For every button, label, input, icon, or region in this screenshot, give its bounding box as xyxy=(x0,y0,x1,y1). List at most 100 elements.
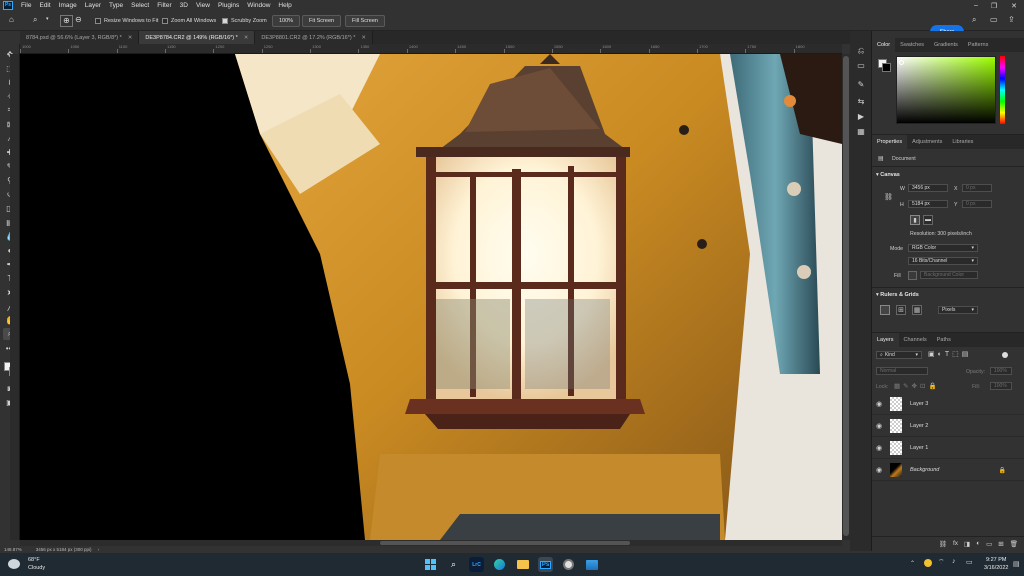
share-export-icon[interactable]: ⇪ xyxy=(1008,16,1015,24)
fill-select[interactable]: Background Color xyxy=(920,271,978,279)
filter-toggle-icon[interactable] xyxy=(1002,352,1008,358)
grid-toggle-icon[interactable]: ⊞ xyxy=(896,305,906,315)
zoom-tool-preset-icon[interactable]: ⌕ xyxy=(33,16,37,24)
comments-icon[interactable]: ▭ xyxy=(856,60,866,70)
vertical-scrollbar[interactable] xyxy=(842,54,850,540)
close-tab-icon[interactable]: ✕ xyxy=(128,35,133,41)
layer-name[interactable]: Layer 3 xyxy=(910,401,928,407)
lightroom-classic-icon[interactable]: LrC xyxy=(469,557,484,572)
tab-adjustments[interactable]: Adjustments xyxy=(907,135,947,149)
tab-document-3[interactable]: DE3P8801.CR2 @ 17.2% (RGB/16*) * ✕ xyxy=(255,31,373,44)
close-tab-icon[interactable]: ✕ xyxy=(361,35,366,41)
cloudy-weather-icon[interactable] xyxy=(8,559,20,569)
add-mask-icon[interactable]: ◨ xyxy=(964,540,970,548)
chevron-down-icon[interactable]: ▾ xyxy=(46,17,49,22)
tab-color[interactable]: Color xyxy=(872,38,896,52)
menu-layer[interactable]: Layer xyxy=(81,0,105,11)
adjust-icon[interactable]: ⇆ xyxy=(856,96,866,106)
layer-name[interactable]: Background xyxy=(910,467,939,473)
weather-temperature[interactable]: 68°F xyxy=(28,557,40,563)
tray-app-icon[interactable] xyxy=(924,559,932,567)
document-canvas[interactable] xyxy=(20,54,842,540)
lock-icon[interactable]: 🔒 xyxy=(999,467,1006,474)
tab-gradients[interactable]: Gradients xyxy=(929,38,963,52)
landscape-orientation-icon[interactable]: ▬ xyxy=(923,215,933,225)
tab-patterns[interactable]: Patterns xyxy=(963,38,993,52)
start-menu-icon[interactable] xyxy=(423,557,438,572)
fill-screen-button[interactable]: Fill Screen xyxy=(345,15,385,27)
scrubby-zoom-checkbox[interactable]: Scrubby Zoom xyxy=(222,15,267,27)
portrait-orientation-icon[interactable]: ▮ xyxy=(910,215,920,225)
file-explorer-icon[interactable] xyxy=(515,557,530,572)
close-icon[interactable]: ✕ xyxy=(1006,0,1022,11)
clock-time[interactable]: 9:27 PM xyxy=(986,557,1006,563)
wifi-icon[interactable]: ⌔ xyxy=(938,558,945,567)
bit-depth-select[interactable]: 16 Bits/Channel ▾ xyxy=(908,257,978,265)
chevron-up-icon[interactable]: ⌃ xyxy=(910,560,915,567)
menu-image[interactable]: Image xyxy=(55,0,81,11)
app-icon-circle[interactable] xyxy=(561,557,576,572)
layer-kind-filter[interactable]: ⌕ Kind ▾ xyxy=(876,351,922,359)
photoshop-taskbar-icon[interactable]: Ps xyxy=(538,557,553,572)
menu-filter[interactable]: Filter xyxy=(153,0,175,11)
ruler-units-select[interactable]: Pixels ▾ xyxy=(938,306,978,314)
zoom-all-windows-checkbox[interactable]: Zoom All Windows xyxy=(162,15,216,27)
ruler-toggle-icon[interactable] xyxy=(880,305,890,315)
actions-icon[interactable]: ▶ xyxy=(856,111,866,121)
tab-layers[interactable]: Layers xyxy=(872,333,899,347)
tab-document-2[interactable]: DE3P8784.CR2 @ 149% (RGB/16*) * ✕ xyxy=(139,31,256,44)
tab-swatches[interactable]: Swatches xyxy=(895,38,929,52)
layer-row-layer-1[interactable]: ◉ Layer 1 xyxy=(872,438,1024,459)
fill-color-chip[interactable] xyxy=(908,271,917,280)
chevron-right-icon[interactable]: › xyxy=(98,547,100,552)
vertical-ruler[interactable] xyxy=(10,54,20,540)
photos-app-icon[interactable] xyxy=(584,557,599,572)
layer-row-layer-3[interactable]: ◉ Layer 3 xyxy=(872,394,1024,415)
layer-name[interactable]: Layer 1 xyxy=(910,445,928,451)
rulers-grids-section-header[interactable]: ▾ Rulers & Grids xyxy=(876,292,919,298)
menu-help[interactable]: Help xyxy=(274,0,295,11)
eye-icon[interactable]: ◉ xyxy=(876,422,886,430)
mode-select[interactable]: RGB Color ▾ xyxy=(908,244,978,252)
horizontal-ruler[interactable]: 1000 1050 1100 1150 1200 1250 1300 1350 1400 1450… xyxy=(20,44,842,54)
zoom-in-icon[interactable]: ⊕ xyxy=(60,15,73,27)
width-field[interactable]: 3456 px xyxy=(908,184,948,192)
edge-browser-icon[interactable] xyxy=(492,557,507,572)
search-icon[interactable]: ⌕ xyxy=(972,16,976,24)
navigator-icon[interactable]: ▦ xyxy=(856,126,866,136)
clock-date[interactable]: 3/16/2022 xyxy=(984,565,1008,571)
menu-window[interactable]: Window xyxy=(243,0,274,11)
color-picker-field[interactable] xyxy=(896,56,996,124)
adjustment-layer-icon[interactable]: ◐ xyxy=(976,540,980,547)
menu-3d[interactable]: 3D xyxy=(176,0,192,11)
color-picker-cursor[interactable] xyxy=(899,60,904,65)
guides-toggle-icon[interactable]: ▦ xyxy=(912,305,922,315)
zoom-out-icon[interactable]: ⊖ xyxy=(75,16,82,24)
menu-type[interactable]: Type xyxy=(105,0,127,11)
canvas-section-header[interactable]: ▾ Canvas xyxy=(876,172,900,178)
weather-condition[interactable]: Cloudy xyxy=(28,565,45,571)
x-field[interactable]: 0 px xyxy=(962,184,992,192)
horizontal-scroll-thumb[interactable] xyxy=(380,541,630,545)
eye-icon[interactable]: ◉ xyxy=(876,466,886,474)
menu-plugins[interactable]: Plugins xyxy=(214,0,243,11)
eye-icon[interactable]: ◉ xyxy=(876,444,886,452)
zoom-level[interactable]: 148.87% xyxy=(4,547,22,552)
lock-options-icons[interactable]: ▦✎✥⊡🔒 xyxy=(894,382,940,390)
blend-mode-select[interactable]: Normal xyxy=(876,367,928,375)
menu-edit[interactable]: Edit xyxy=(35,0,54,11)
tab-document-1[interactable]: 8784.psd @ 56.6% (Layer 3, RGB/8*) * ✕ xyxy=(20,31,140,44)
restore-icon[interactable]: ❐ xyxy=(986,0,1002,11)
background-color-chip[interactable] xyxy=(882,63,891,72)
resize-windows-checkbox[interactable]: Resize Windows to Fit xyxy=(95,15,158,27)
layer-style-icon[interactable]: fx xyxy=(953,540,958,547)
battery-icon[interactable]: ▭ xyxy=(966,558,973,566)
layer-filter-icons[interactable]: ▣◐T⬚▤ xyxy=(928,350,971,358)
fit-screen-button[interactable]: Fit Screen xyxy=(302,15,342,27)
link-layers-icon[interactable]: ⛓ xyxy=(939,540,947,548)
home-icon[interactable]: ⌂ xyxy=(9,16,14,24)
tab-properties[interactable]: Properties xyxy=(872,135,908,149)
minimize-icon[interactable]: – xyxy=(968,0,984,11)
tab-channels[interactable]: Channels xyxy=(899,333,932,347)
delete-layer-icon[interactable]: 🗑 xyxy=(1010,540,1018,548)
